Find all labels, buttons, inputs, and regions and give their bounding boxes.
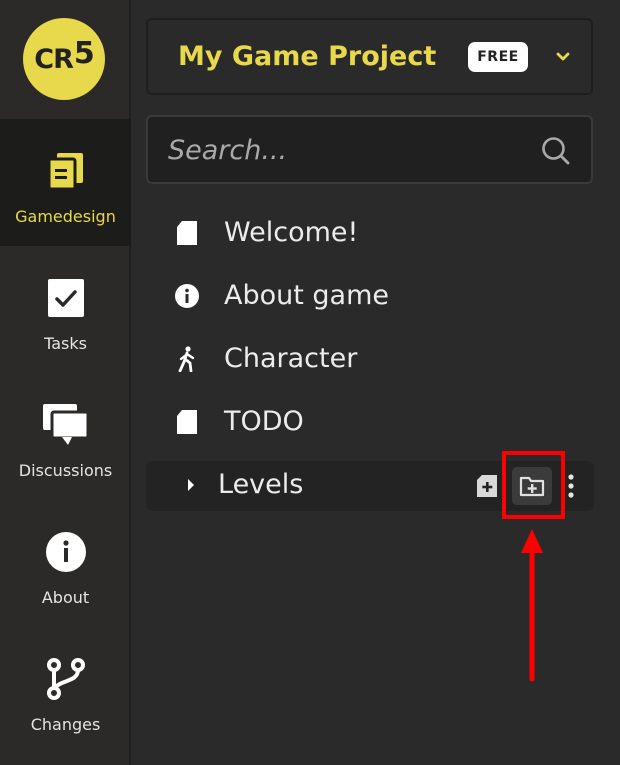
- tree-item-character[interactable]: Character: [146, 333, 593, 384]
- nav-item-discussions[interactable]: Discussions: [0, 373, 131, 500]
- tree-item-todo[interactable]: TODO: [146, 396, 593, 447]
- info-icon: [45, 530, 87, 574]
- new-document-icon[interactable]: [474, 473, 500, 499]
- more-vertical-icon[interactable]: [564, 471, 578, 501]
- highlight-box: [502, 451, 565, 519]
- document-icon: [174, 220, 200, 246]
- search-box: [146, 115, 593, 184]
- nav-label: Changes: [30, 715, 101, 734]
- nav-item-tasks[interactable]: Tasks: [0, 246, 131, 373]
- nav-label: About: [41, 588, 90, 607]
- project-title: My Game Project: [178, 41, 437, 72]
- annotation-arrow-icon: [521, 529, 543, 682]
- left-nav-rail: CR 5 Gamedesign Tasks Discussions About …: [0, 0, 131, 765]
- tree-item-welcome[interactable]: Welcome!: [146, 207, 593, 258]
- chevron-down-icon[interactable]: [554, 48, 572, 66]
- search-input[interactable]: [168, 129, 528, 171]
- checkbox-icon: [47, 276, 85, 320]
- search-icon[interactable]: [541, 136, 571, 170]
- plan-badge: FREE: [468, 41, 528, 72]
- tree-item-label: Welcome!: [224, 217, 359, 248]
- nav-item-about[interactable]: About: [0, 500, 131, 627]
- project-selector[interactable]: My Game Project FREE: [146, 18, 593, 95]
- nav-item-gamedesign[interactable]: Gamedesign: [0, 119, 131, 246]
- logo-text: CR 5: [34, 36, 94, 75]
- nav-label: Discussions: [18, 461, 113, 480]
- nav-label: Gamedesign: [15, 207, 116, 226]
- tree-item-label: About game: [224, 280, 390, 311]
- logo-superscript: 5: [73, 35, 95, 71]
- chat-bubbles-icon: [42, 403, 90, 447]
- document-icon: [174, 409, 200, 435]
- documents-icon: [47, 149, 85, 193]
- info-icon: [174, 283, 200, 309]
- branch-icon: [46, 657, 86, 701]
- logo-letters: CR: [34, 43, 74, 75]
- tree-folder-label: Levels: [218, 469, 304, 500]
- tree-item-label: TODO: [224, 406, 304, 437]
- caret-right-icon[interactable]: [186, 477, 196, 497]
- nav-label: Tasks: [44, 334, 87, 353]
- tree-item-label: Character: [224, 343, 358, 374]
- tree-item-about-game[interactable]: About game: [146, 270, 593, 321]
- walking-person-icon: [174, 345, 200, 372]
- app-logo[interactable]: CR 5: [23, 18, 105, 100]
- nav-item-changes[interactable]: Changes: [0, 627, 131, 754]
